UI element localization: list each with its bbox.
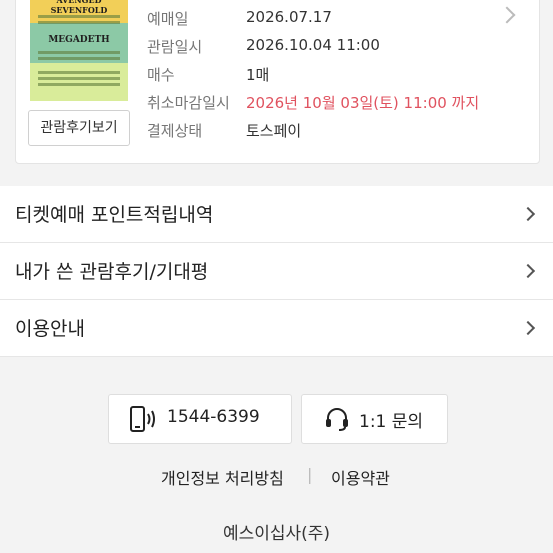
menu-item-usage-guide[interactable]: 이용안내 bbox=[0, 300, 553, 357]
phone-number: 1544-6399 bbox=[167, 407, 260, 427]
inquiry-label: 1:1 문의 bbox=[359, 412, 424, 432]
poster-text-line bbox=[38, 51, 120, 54]
poster-text-line bbox=[38, 21, 120, 24]
row-key: 관람일시 bbox=[147, 38, 203, 56]
row-value: 2026년 10월 03일(토) 11:00 까지 bbox=[246, 94, 480, 112]
poster-headline: AVENGED SEVENFOLD bbox=[50, 0, 108, 15]
menu-item-label: 티켓예매 포인트적립내역 bbox=[15, 204, 214, 226]
poster-image[interactable]: AVENGED SEVENFOLD MEGADETH bbox=[30, 0, 128, 101]
row-key: 취소마감일시 bbox=[147, 94, 230, 112]
inquiry-button[interactable]: 1:1 문의 bbox=[301, 394, 448, 444]
chevron-right-icon bbox=[520, 320, 536, 336]
poster-subheadline: MEGADETH bbox=[48, 35, 110, 45]
info-row-payment-status: 결제상태 토스페이 bbox=[147, 120, 527, 148]
row-key: 매수 bbox=[147, 66, 175, 84]
phone-call-button[interactable]: 1544-6399 bbox=[108, 394, 292, 444]
row-key: 예매일 bbox=[147, 10, 189, 28]
menu-item-label: 이용안내 bbox=[15, 318, 85, 340]
phone-icon bbox=[130, 406, 155, 432]
chevron-right-icon bbox=[520, 263, 536, 279]
ticket-card-area: AVENGED SEVENFOLD MEGADETH 관람후기보기 예매일 20… bbox=[0, 0, 553, 185]
footer-link-divider: | bbox=[307, 465, 313, 484]
privacy-policy-link[interactable]: 개인정보 처리방침 bbox=[161, 465, 284, 489]
info-row-cancel-deadline: 취소마감일시 2026년 10월 03일(토) 11:00 까지 bbox=[147, 92, 527, 120]
row-value: 1매 bbox=[246, 66, 270, 84]
footer: 1544-6399 1:1 문의 개인정보 처리방침 | 이용약관 예스이십사(… bbox=[0, 358, 553, 553]
row-value: 토스페이 bbox=[246, 122, 302, 140]
row-value: 2026.10.04 11:00 bbox=[246, 36, 380, 54]
info-row-booking-date: 예매일 2026.07.17 bbox=[147, 8, 527, 36]
headset-icon bbox=[326, 408, 348, 431]
company-name: 예스이십사(주) bbox=[222, 524, 331, 544]
chevron-right-icon bbox=[520, 206, 536, 222]
menu-item-point-history[interactable]: 티켓예매 포인트적립내역 bbox=[0, 186, 553, 243]
poster-text-line bbox=[38, 71, 120, 74]
row-key: 결제상태 bbox=[147, 122, 203, 140]
terms-link[interactable]: 이용약관 bbox=[331, 465, 390, 489]
info-row-show-datetime: 관람일시 2026.10.04 11:00 bbox=[147, 36, 527, 64]
poster-text-line bbox=[38, 77, 120, 80]
poster-band-bottom bbox=[30, 63, 128, 101]
info-row-quantity: 매수 1매 bbox=[147, 64, 527, 92]
ticket-card[interactable]: AVENGED SEVENFOLD MEGADETH 관람후기보기 예매일 20… bbox=[15, 0, 540, 164]
view-review-button[interactable]: 관람후기보기 bbox=[28, 110, 130, 146]
menu-item-my-reviews[interactable]: 내가 쓴 관람후기/기대평 bbox=[0, 243, 553, 300]
poster-text-line bbox=[38, 15, 120, 18]
poster-text-line bbox=[38, 83, 120, 86]
menu-item-label: 내가 쓴 관람후기/기대평 bbox=[15, 261, 209, 283]
poster-text-line bbox=[38, 57, 120, 60]
row-value: 2026.07.17 bbox=[246, 8, 332, 26]
